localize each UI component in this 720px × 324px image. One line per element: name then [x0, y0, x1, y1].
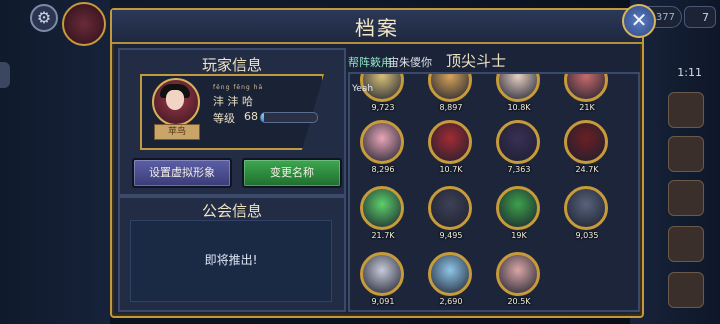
tab-a[interactable]: 帮阵簌甪: [348, 54, 392, 70]
fighter-portrait: [360, 252, 404, 296]
fighter-card[interactable]: 21.7K: [358, 184, 408, 242]
fighter-card[interactable]: 24.7K: [562, 118, 612, 176]
fighter-power-label: 9,091: [371, 297, 395, 306]
tab-top-fighters[interactable]: 顶尖斗士: [446, 50, 506, 71]
fighter-tag-text: Yeah: [352, 84, 374, 94]
fighter-portrait: [428, 120, 472, 164]
profile-modal: 档案 ✕ 玩家信息 fēng fēng hā 沣 沣 哈 等级 68 苹鸟 设置…: [110, 4, 656, 318]
fighter-power-label: 9,723: [371, 103, 395, 112]
nameplate-badge: 苹鸟: [154, 124, 200, 140]
fighter-card[interactable]: 20.5K: [494, 250, 544, 308]
gem-counter: 7: [684, 6, 716, 28]
fighter-portrait: [496, 120, 540, 164]
fighter-card[interactable]: 21K: [562, 74, 612, 114]
fighter-card[interactable]: 9,091: [358, 250, 408, 308]
fighter-portrait: [428, 252, 472, 296]
top-fighters-grid: 9,723 Yeah 8,897 10.8K 21K 8,296 10.7K 7,363 24.…: [348, 72, 640, 312]
side-character-thumb[interactable]: [668, 272, 704, 308]
timer-text: 1:11: [677, 66, 702, 79]
fighter-card[interactable]: 2,690: [426, 250, 476, 308]
fighter-power-label: 19K: [511, 231, 527, 240]
fighters-tabs: 帮阵簌甪 宙朱儍你 顶尖斗士: [348, 50, 638, 72]
fighter-power-label: 9,495: [439, 231, 463, 240]
fighter-power-label: 10.8K: [507, 103, 531, 112]
fighter-card[interactable]: 10.8K: [494, 74, 544, 114]
fighter-power-label: 7,363: [507, 165, 531, 174]
fighter-portrait: [360, 186, 404, 230]
side-tab-handle[interactable]: [0, 62, 10, 88]
player-avatar[interactable]: [152, 78, 200, 126]
fighter-power-label: 24.7K: [575, 165, 599, 174]
xp-progress-bar: [260, 112, 318, 123]
left-game-strip: [0, 0, 110, 324]
level-value: 68: [244, 110, 258, 123]
guild-info-title: 公会信息: [201, 202, 262, 220]
fighter-card[interactable]: 8,897: [426, 74, 476, 114]
set-avatar-button[interactable]: 设置虚拟形象: [132, 158, 232, 188]
fighter-card[interactable]: 7,363: [494, 118, 544, 176]
avatar-face: [166, 90, 184, 110]
guild-coming-soon: 即将推出!: [204, 253, 258, 267]
fighter-portrait: [428, 74, 472, 102]
fighter-power-label: 8,897: [439, 103, 463, 112]
fighter-card[interactable]: 10.7K: [426, 118, 476, 176]
guild-info-box: 即将推出!: [130, 220, 332, 302]
fighter-power-label: 21K: [579, 103, 595, 112]
fighter-card[interactable]: 8,296: [358, 118, 408, 176]
modal-title: 档案: [355, 16, 399, 40]
side-character-thumb[interactable]: [668, 226, 704, 262]
settings-gear-icon[interactable]: ⚙: [30, 4, 58, 32]
player-info-panel: 玩家信息 fēng fēng hā 沣 沣 哈 等级 68 苹鸟 设置虚拟形象 …: [118, 48, 346, 196]
fighter-power-label: 20.5K: [507, 297, 531, 306]
side-character-thumb[interactable]: [668, 136, 704, 172]
fighter-power-label: 10.7K: [439, 165, 463, 174]
fighter-portrait: [496, 186, 540, 230]
rename-button[interactable]: 变更名称: [242, 158, 342, 188]
fighter-portrait: [564, 186, 608, 230]
xp-progress-fill: [261, 113, 264, 122]
profile-avatar-button[interactable]: [62, 2, 106, 46]
player-name: 沣 沣 哈: [213, 95, 253, 108]
close-button[interactable]: ✕: [622, 4, 656, 38]
fighter-card[interactable]: 9,035: [562, 184, 612, 242]
tab-b[interactable]: 宙朱儍你: [388, 54, 432, 70]
fighter-portrait: [360, 120, 404, 164]
modal-header: 档案: [112, 10, 642, 44]
fighter-card[interactable]: 9,723 Yeah: [352, 74, 408, 114]
fighter-portrait: [428, 186, 472, 230]
fighter-power-label: 2,690: [439, 297, 463, 306]
fighter-card[interactable]: 9,495: [426, 184, 476, 242]
fighter-portrait: [496, 252, 540, 296]
level-label: 等级: [213, 112, 235, 125]
fighter-power-label: 21.7K: [371, 231, 395, 240]
side-character-thumb[interactable]: [668, 92, 704, 128]
guild-info-panel: 公会信息 即将推出!: [118, 196, 346, 312]
fighter-portrait: [564, 74, 608, 102]
player-name-ruby: fēng fēng hā: [213, 84, 264, 91]
side-character-thumb[interactable]: [668, 180, 704, 216]
fighter-card[interactable]: 19K: [494, 184, 544, 242]
player-info-title: 玩家信息: [201, 56, 262, 74]
fighter-power-label: 8,296: [371, 165, 395, 174]
fighter-power-label: 9,035: [575, 231, 599, 240]
fighter-portrait: [564, 120, 608, 164]
fighter-portrait: [496, 74, 540, 102]
